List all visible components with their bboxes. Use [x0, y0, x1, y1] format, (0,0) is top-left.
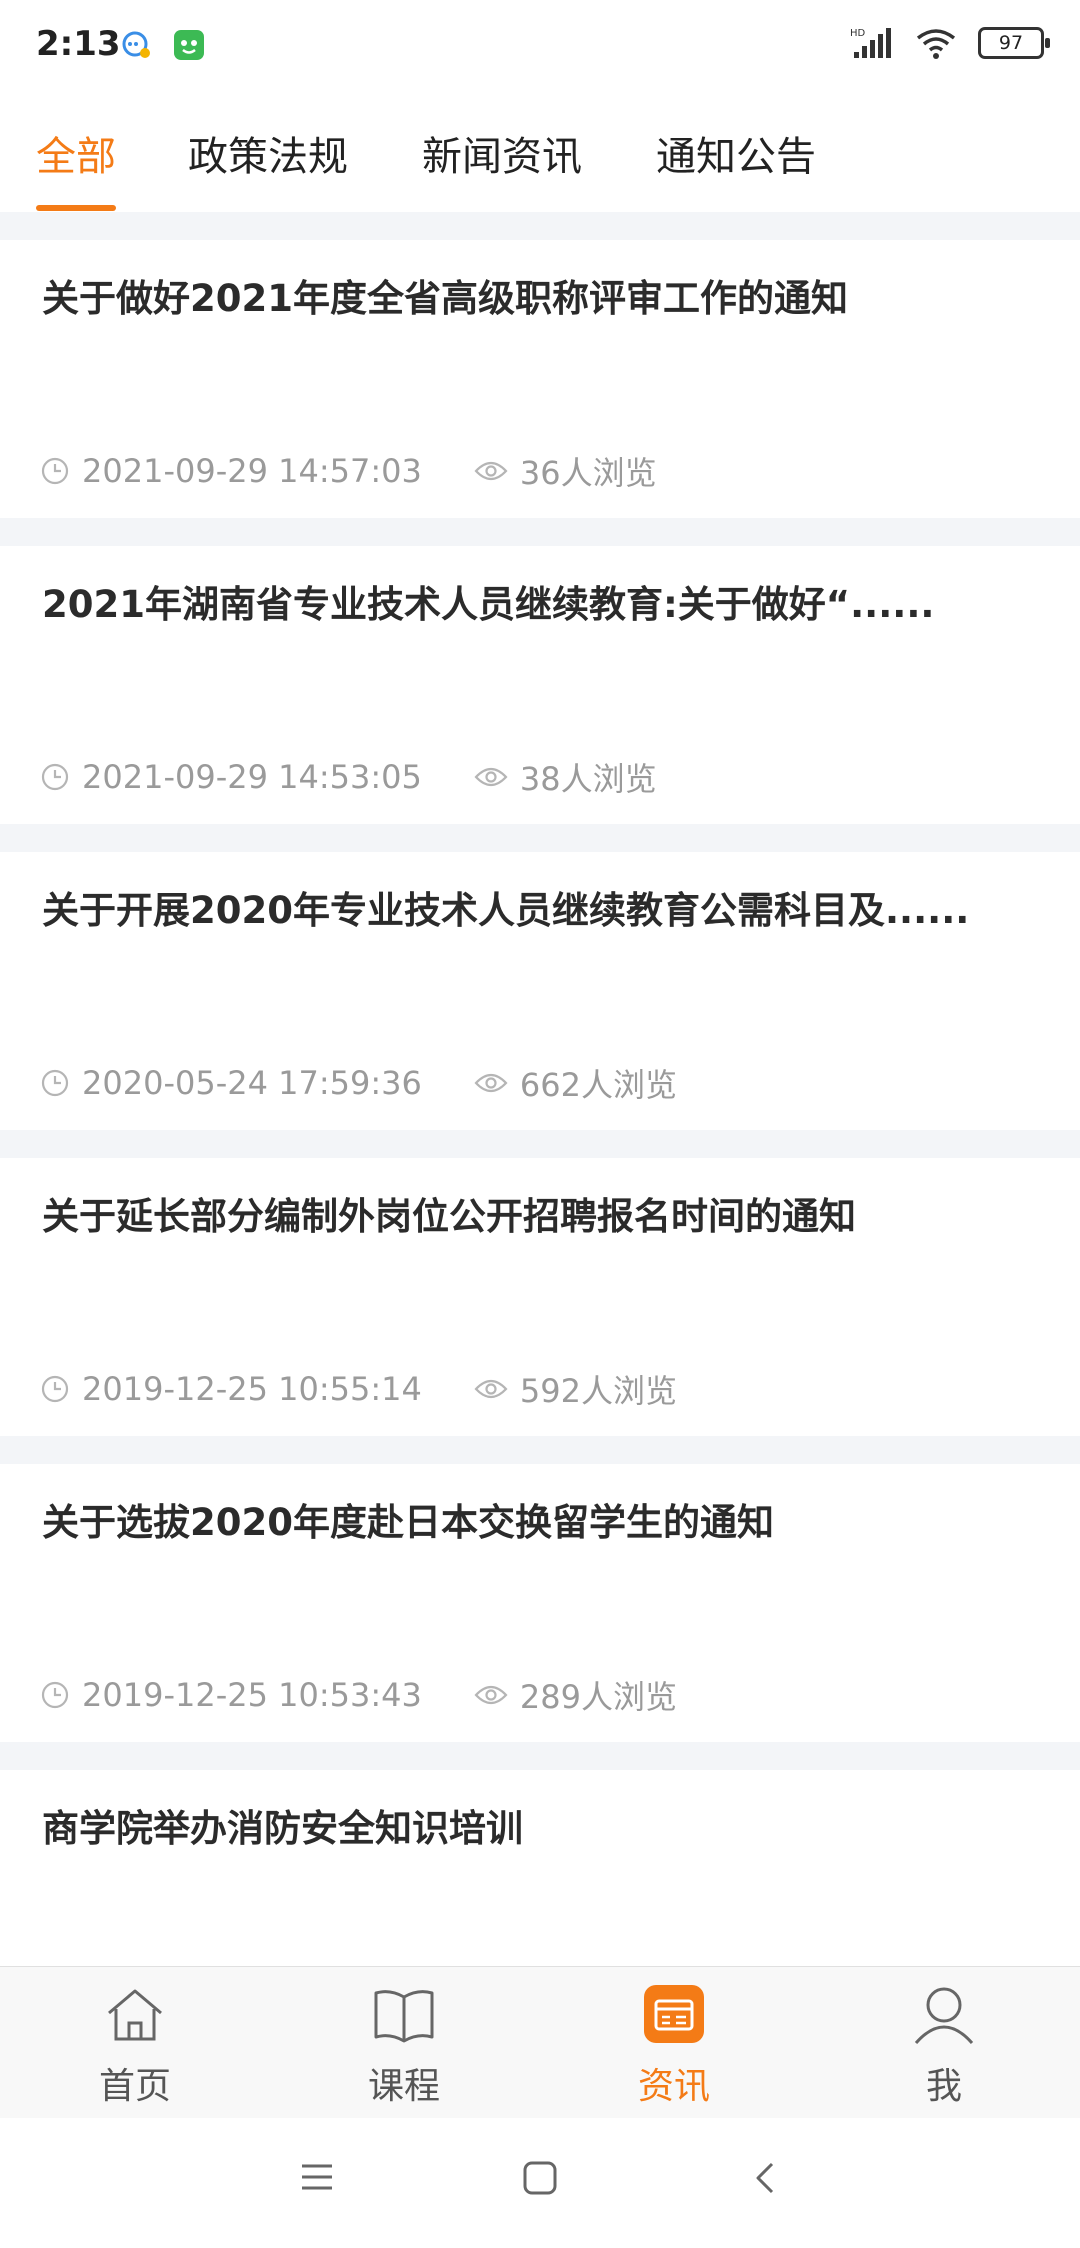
nav-courses-label: 课程 [367, 2066, 440, 2107]
article-title: 关于开展2020年专业技术人员继续教育公需科目及...... [42, 889, 970, 932]
active-tab-indicator [36, 205, 116, 211]
clock-icon [41, 763, 69, 791]
article-title: 关于做好2021年度全省高级职称评审工作的通知 [42, 277, 848, 320]
article-item[interactable]: 2021年湖南省专业技术人员继续教育:关于做好“...... 2021-09-2… [0, 546, 1080, 824]
nav-me-label: 我 [925, 2066, 962, 2107]
article-views: 289人浏览 [519, 1678, 677, 1716]
article-views: 36人浏览 [519, 454, 657, 492]
tab-news[interactable]: 新闻资讯 [422, 124, 582, 182]
tab-policy[interactable]: 政策法规 [188, 124, 348, 182]
article-meta: 2021-09-29 14:57:03 36人浏览 [40, 448, 657, 494]
article-time: 2019-12-25 10:53:43 [82, 1676, 422, 1714]
bottom-navigation: 首页 课程 资讯 我 [0, 1966, 1080, 2119]
app-notification-icon [174, 30, 204, 60]
signal-icon: HD [850, 28, 891, 58]
category-tabs: 全部 政策法规 新闻资讯 通知公告 [0, 94, 1080, 213]
article-item[interactable]: 关于做好2021年度全省高级职称评审工作的通知 2021-09-29 14:57… [0, 240, 1080, 518]
article-views: 592人浏览 [519, 1372, 677, 1410]
article-title: 关于选拔2020年度赴日本交换留学生的通知 [42, 1501, 774, 1544]
clock-icon [41, 457, 69, 485]
article-meta: 2019-12-25 10:55:14 592人浏览 [40, 1366, 677, 1412]
nav-me[interactable]: 我 [864, 1985, 1024, 2109]
chat-notification-icon [122, 31, 150, 58]
article-meta: 2019-12-25 10:53:43 289人浏览 [40, 1672, 677, 1718]
article-time: 2021-09-29 14:53:05 [82, 758, 422, 796]
nav-home-label: 首页 [98, 2066, 171, 2107]
article-meta: 2020-05-24 17:59:36 662人浏览 [40, 1060, 677, 1106]
menu-icon[interactable] [300, 2160, 334, 2194]
clock-icon [41, 1069, 69, 1097]
article-title: 商学院举办消防安全知识培训 [42, 1807, 523, 1850]
article-item[interactable]: 关于选拔2020年度赴日本交换留学生的通知 2019-12-25 10:53:4… [0, 1464, 1080, 1742]
nav-news-label: 资讯 [637, 2066, 710, 2107]
article-time: 2021-09-29 14:57:03 [82, 452, 422, 490]
battery-indicator: 97 [978, 27, 1050, 59]
system-icons: HD 97 [850, 26, 1050, 60]
back-icon[interactable] [750, 2160, 780, 2196]
clock-icon [41, 1375, 69, 1403]
notification-icons [120, 28, 206, 62]
article-title: 2021年湖南省专业技术人员继续教育:关于做好“...... [42, 583, 935, 626]
article-meta: 2021-09-29 14:53:05 38人浏览 [40, 754, 657, 800]
article-item[interactable]: 关于开展2020年专业技术人员继续教育公需科目及...... 2020-05-2… [0, 852, 1080, 1130]
article-title: 关于延长部分编制外岗位公开招聘报名时间的通知 [42, 1195, 856, 1238]
eye-icon [474, 1073, 508, 1093]
eye-icon [474, 1379, 508, 1399]
system-navigation [0, 2118, 1080, 2248]
article-time: 2020-05-24 17:59:36 [82, 1064, 422, 1102]
article-list[interactable]: 关于做好2021年度全省高级职称评审工作的通知 2021-09-29 14:57… [0, 212, 1080, 1966]
eye-icon [474, 1685, 508, 1705]
book-icon [374, 1990, 434, 2043]
home-square-icon[interactable] [522, 2160, 558, 2196]
article-item[interactable]: 商学院举办消防安全知识培训 [0, 1770, 1080, 1966]
news-icon [644, 1985, 704, 2043]
svg-text:HD: HD [850, 28, 866, 39]
status-bar: 2:13 HD 97 [0, 0, 1080, 94]
tab-all[interactable]: 全部 [36, 124, 116, 182]
article-views: 38人浏览 [519, 760, 657, 798]
tab-notice[interactable]: 通知公告 [656, 124, 816, 182]
article-views: 662人浏览 [519, 1066, 677, 1104]
clock-icon [41, 1681, 69, 1709]
nav-home[interactable]: 首页 [55, 1985, 215, 2109]
home-icon [108, 1989, 162, 2041]
nav-news[interactable]: 资讯 [594, 1985, 754, 2109]
article-item[interactable]: 关于延长部分编制外岗位公开招聘报名时间的通知 2019-12-25 10:55:… [0, 1158, 1080, 1436]
eye-icon [474, 461, 508, 481]
eye-icon [474, 767, 508, 787]
wifi-icon [916, 29, 956, 59]
user-icon [914, 1987, 974, 2044]
status-time: 2:13 [36, 24, 121, 64]
nav-courses[interactable]: 课程 [324, 1985, 484, 2109]
article-time: 2019-12-25 10:55:14 [82, 1370, 422, 1408]
